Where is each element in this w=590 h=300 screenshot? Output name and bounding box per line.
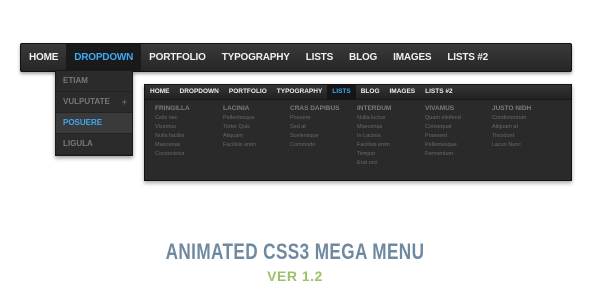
main-nav-typography[interactable]: TYPOGRAPHY bbox=[214, 44, 298, 71]
mega-nav-bar: HOME DROPDOWN PORTFOLIO TYPOGRAPHY LISTS… bbox=[145, 85, 571, 100]
main-nav-home[interactable]: HOME bbox=[21, 44, 66, 71]
column-link[interactable]: Tempor bbox=[357, 150, 391, 159]
main-nav-portfolio[interactable]: PORTFOLIO bbox=[141, 44, 214, 71]
mega-nav-home[interactable]: HOME bbox=[145, 85, 175, 99]
column-link[interactable]: Facilisis enim bbox=[223, 141, 256, 150]
column-link[interactable]: Praesent bbox=[425, 132, 461, 141]
column-link[interactable]: Consectetur bbox=[155, 150, 190, 159]
column-heading: CRAS DAPIBUS bbox=[290, 105, 340, 112]
mega-menu-preview: HOME DROPDOWN PORTFOLIO TYPOGRAPHY LISTS… bbox=[144, 84, 572, 181]
column-link[interactable]: Maecenas bbox=[155, 141, 190, 150]
mega-nav-dropdown[interactable]: DROPDOWN bbox=[175, 85, 224, 99]
column-link[interactable]: Erat orci bbox=[357, 159, 391, 168]
column-heading: INTERDUM bbox=[357, 105, 392, 112]
column-link[interactable]: Scelerisque bbox=[290, 132, 339, 141]
mega-nav-lists-2[interactable]: LISTS #2 bbox=[420, 85, 457, 99]
mega-column: VIVAMUS Quam eleifend Consequat Praesent… bbox=[425, 105, 461, 159]
column-link[interactable]: Posuere bbox=[290, 114, 339, 123]
mega-column: CRAS DAPIBUS Posuere Sed at Scelerisque … bbox=[290, 105, 339, 150]
column-heading: VIVAMUS bbox=[425, 105, 455, 112]
dropdown-item-ligula[interactable]: LIGULA bbox=[56, 134, 132, 155]
column-link[interactable]: Cells nec bbox=[155, 114, 190, 123]
main-nav-lists-2[interactable]: LISTS #2 bbox=[439, 44, 496, 71]
page-title: ANIMATED CSS3 MEGA MENU bbox=[165, 239, 425, 264]
mega-column: LACINIA Pellentesque Tortor Quis Aliquam… bbox=[223, 105, 256, 150]
dropdown-item-etiam[interactable]: ETIAM bbox=[56, 71, 132, 92]
column-link[interactable]: Tortor Quis bbox=[223, 123, 256, 132]
dropdown-item-label: POSUERE bbox=[63, 118, 103, 127]
dropdown-item-label: VULPUTATE bbox=[63, 97, 110, 106]
column-link[interactable]: Commodo bbox=[290, 141, 339, 150]
column-heading: JUSTO NIDH bbox=[492, 105, 532, 112]
column-link[interactable]: Pellentesque bbox=[425, 141, 461, 150]
column-link[interactable]: Pellentesque bbox=[223, 114, 256, 123]
submenu-plus-icon: + bbox=[121, 97, 127, 107]
dropdown-item-label: ETIAM bbox=[63, 76, 88, 85]
mega-nav-portfolio[interactable]: PORTFOLIO bbox=[224, 85, 272, 99]
column-link[interactable]: Consequat bbox=[425, 123, 461, 132]
column-link[interactable]: Tincidunt bbox=[492, 132, 531, 141]
mega-nav-typography[interactable]: TYPOGRAPHY bbox=[272, 85, 328, 99]
main-nav-images[interactable]: IMAGES bbox=[385, 44, 439, 71]
column-link[interactable]: Quam eleifend bbox=[425, 114, 461, 123]
mega-nav-lists[interactable]: LISTS bbox=[327, 85, 356, 99]
dropdown-item-label: LIGULA bbox=[63, 139, 93, 148]
column-link[interactable]: Condimentum bbox=[492, 114, 531, 123]
column-link[interactable]: Lacus Nunc bbox=[492, 141, 531, 150]
column-heading: FRINGILLA bbox=[155, 105, 190, 112]
mega-column: JUSTO NIDH Condimentum Aliquam at Tincid… bbox=[492, 105, 531, 150]
column-link[interactable]: Sed at bbox=[290, 123, 339, 132]
main-nav-dropdown[interactable]: DROPDOWN bbox=[66, 44, 142, 71]
column-heading: LACINIA bbox=[223, 105, 250, 112]
mega-column: INTERDUM Nulla luctus Maecenas In Lacini… bbox=[357, 105, 391, 168]
column-link[interactable]: Facilisis enim bbox=[357, 141, 391, 150]
main-nav-bar: HOME DROPDOWN PORTFOLIO TYPOGRAPHY LISTS… bbox=[20, 43, 572, 72]
column-link[interactable]: Aliquam bbox=[223, 132, 256, 141]
column-link[interactable]: Vivamus bbox=[155, 123, 190, 132]
column-link[interactable]: Maecenas bbox=[357, 123, 391, 132]
dropdown-menu: ETIAM VULPUTATE + POSUERE LIGULA bbox=[55, 70, 133, 156]
column-link[interactable]: Nulla luctus bbox=[357, 114, 391, 123]
mega-columns: FRINGILLA Cells nec Vivamus Nulla facili… bbox=[145, 100, 571, 180]
main-nav-blog[interactable]: BLOG bbox=[341, 44, 385, 71]
mega-nav-images[interactable]: IMAGES bbox=[385, 85, 421, 99]
mega-column: FRINGILLA Cells nec Vivamus Nulla facili… bbox=[155, 105, 190, 159]
mega-nav-blog[interactable]: BLOG bbox=[356, 85, 385, 99]
dropdown-item-vulputate[interactable]: VULPUTATE + bbox=[56, 92, 132, 113]
dropdown-item-posuere[interactable]: POSUERE bbox=[56, 113, 132, 134]
column-link[interactable]: Fermentum bbox=[425, 150, 461, 159]
column-link[interactable]: Aliquam at bbox=[492, 123, 531, 132]
version-label: VER 1.2 bbox=[267, 268, 323, 284]
main-nav-lists[interactable]: LISTS bbox=[298, 44, 341, 71]
column-link[interactable]: Nulla facilisi bbox=[155, 132, 190, 141]
column-link[interactable]: In Lacinia bbox=[357, 132, 391, 141]
